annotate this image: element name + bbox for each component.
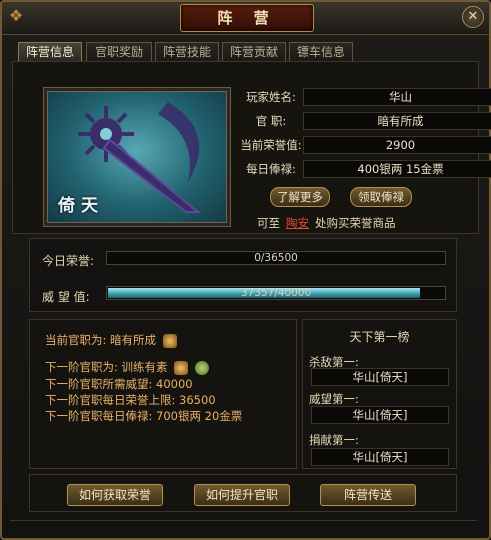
how-promote-button[interactable]: 如何提升官职 [194,484,290,506]
tab-camp-info[interactable]: 阵营信息 [18,42,82,62]
ranking-title: 天下第一榜 [349,330,410,344]
player-name-label: 玩家姓名: [246,90,296,104]
npc-link[interactable]: 陶安 [286,216,309,230]
next-rank-line: 下一阶官职为: 训练有素 [45,359,209,375]
donate-rank-label: 捐献第一: [309,433,359,447]
ornament-left-icon: ❖ [8,6,24,25]
salary-value: 400银两 15金票 [303,160,491,178]
rank-value: 暗有所成 [303,112,491,130]
honor-cap-line: 下一阶官职每日荣誉上限: 36500 [45,393,216,407]
shop-hint-prefix: 可至 [257,216,280,230]
shop-hint-suffix: 处购买荣誉商品 [315,216,396,230]
rank-label: 官 职: [255,114,287,128]
req-prestige-line: 下一阶官职所需威望: 40000 [45,377,193,391]
camp-teleport-button[interactable]: 阵营传送 [320,484,416,506]
portrait-caption: 倚天 [58,196,104,216]
tab-camp-skills[interactable]: 阵营技能 [155,42,219,62]
kill-rank-value: 华山[倚天] [311,368,449,386]
close-icon: ✕ [467,9,479,24]
frame-bottom [10,520,477,529]
tab-rank-rewards[interactable]: 官职奖励 [86,42,152,62]
rank-badge-icon [162,333,177,348]
leaf-badge-icon [194,360,209,375]
today-honor-bar: 0/36500 [106,251,446,265]
faction-portrait: 倚天 [47,91,227,223]
honor-label: 当前荣誉值: [240,138,302,152]
current-rank-value: 暗有所成 [110,333,157,347]
current-rank-line: 当前官职为: 暗有所成 [45,332,177,348]
claim-salary-button[interactable]: 领取俸禄 [350,187,412,207]
window-title: 阵 营 [180,4,314,32]
next-rank-label: 下一阶官职为: [45,360,118,374]
prestige-rank-value: 华山[倚天] [311,406,449,424]
next-salary-line: 下一阶官职每日俸禄: 700银两 20金票 [45,409,243,423]
prestige-text: 37357/40000 [240,287,312,299]
prestige-rank-label: 威望第一: [309,392,359,406]
progress-panel: 今日荣誉: 0/36500 威 望 值: 37357/40000 [29,238,457,312]
how-get-honor-button[interactable]: 如何获取荣誉 [67,484,163,506]
shop-hint: 可至 陶安 处购买荣誉商品 [257,215,396,231]
close-button[interactable]: ✕ [462,6,484,28]
tab-escort-info[interactable]: 镖车信息 [289,42,353,62]
ranking-panel: 天下第一榜 杀敌第一: 华山[倚天] 威望第一: 华山[倚天] 捐献第一: 华山… [302,319,457,469]
next-rank-value: 训练有素 [121,360,168,374]
salary-label: 每日俸禄: [246,162,296,176]
learn-more-button[interactable]: 了解更多 [270,187,330,207]
prestige-bar: 37357/40000 [106,286,446,300]
donate-rank-value: 华山[倚天] [311,448,449,466]
tab-camp-contribution[interactable]: 阵营贡献 [222,42,286,62]
player-name-value: 华山 [303,88,491,106]
prestige-label: 威 望 值: [42,290,90,304]
honor-value: 2900 [303,136,491,154]
current-rank-label: 当前官职为: [45,333,107,347]
title-bar[interactable]: ❖ 阵 营 ✕ [2,2,489,35]
next-rank-badge-icon [174,360,189,375]
today-honor-text: 0/36500 [254,252,298,264]
today-honor-label: 今日荣誉: [42,254,95,268]
